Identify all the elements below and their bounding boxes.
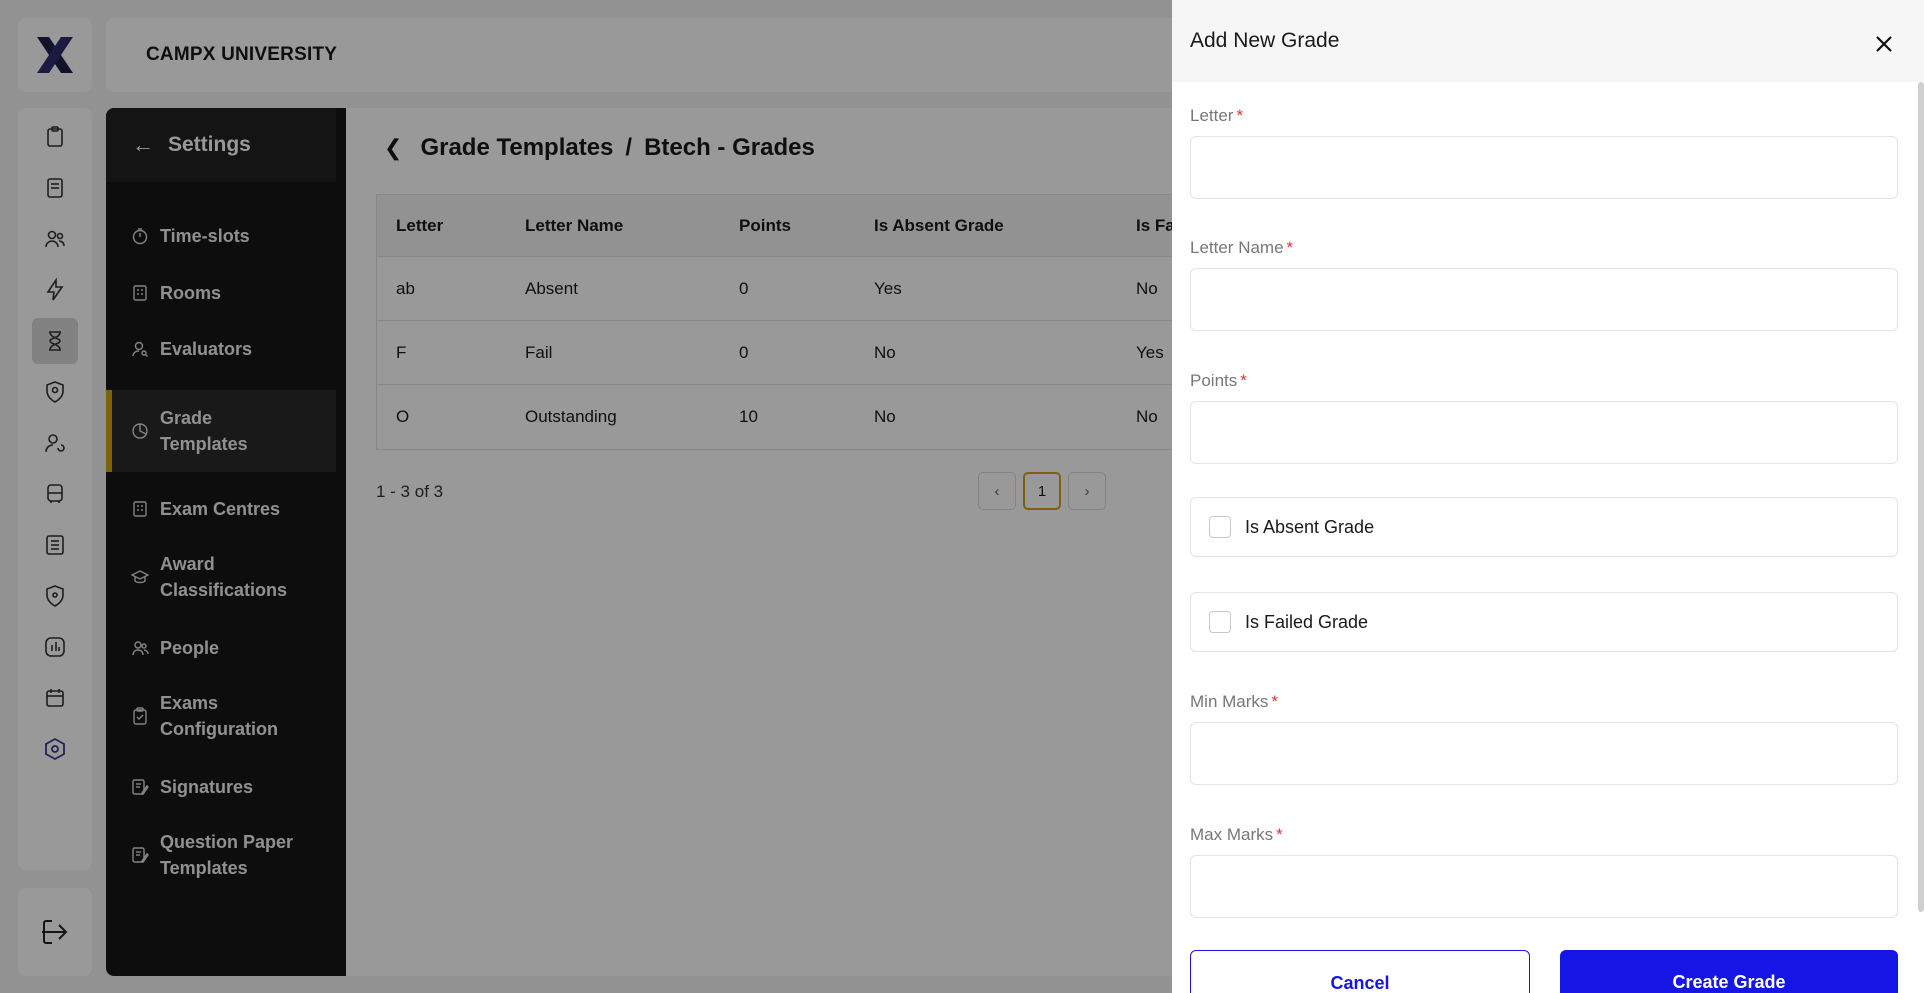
drawer-scrollbar[interactable]	[1918, 82, 1924, 912]
modal-backdrop[interactable]	[0, 0, 1172, 993]
min-marks-input[interactable]	[1190, 722, 1898, 785]
points-input[interactable]	[1190, 401, 1898, 464]
add-grade-drawer: Add New Grade Letter * Letter Name * Point…	[1172, 0, 1924, 993]
is-absent-grade-checkbox-row[interactable]: Is Absent Grade	[1190, 497, 1898, 557]
is-absent-grade-checkbox[interactable]	[1209, 516, 1231, 538]
drawer-header: Add New Grade	[1172, 0, 1924, 82]
points-label: Points *	[1190, 371, 1247, 390]
is-failed-grade-checkbox-row[interactable]: Is Failed Grade	[1190, 592, 1898, 652]
letter-label: Letter *	[1190, 106, 1244, 125]
cancel-button[interactable]: Cancel	[1190, 950, 1530, 993]
letter-name-input[interactable]	[1190, 268, 1898, 331]
letter-name-label: Letter Name *	[1190, 238, 1294, 257]
is-absent-grade-label: Is Absent Grade	[1245, 516, 1375, 537]
is-failed-grade-checkbox[interactable]	[1209, 611, 1231, 633]
letter-input[interactable]	[1190, 136, 1898, 199]
drawer-title: Add New Grade	[1190, 29, 1340, 52]
max-marks-input[interactable]	[1190, 855, 1898, 918]
min-marks-label: Min Marks *	[1190, 692, 1279, 711]
create-grade-button[interactable]: Create Grade	[1560, 950, 1898, 993]
close-icon[interactable]	[1874, 34, 1894, 54]
max-marks-label: Max Marks *	[1190, 825, 1283, 844]
is-failed-grade-label: Is Failed Grade	[1245, 611, 1369, 632]
